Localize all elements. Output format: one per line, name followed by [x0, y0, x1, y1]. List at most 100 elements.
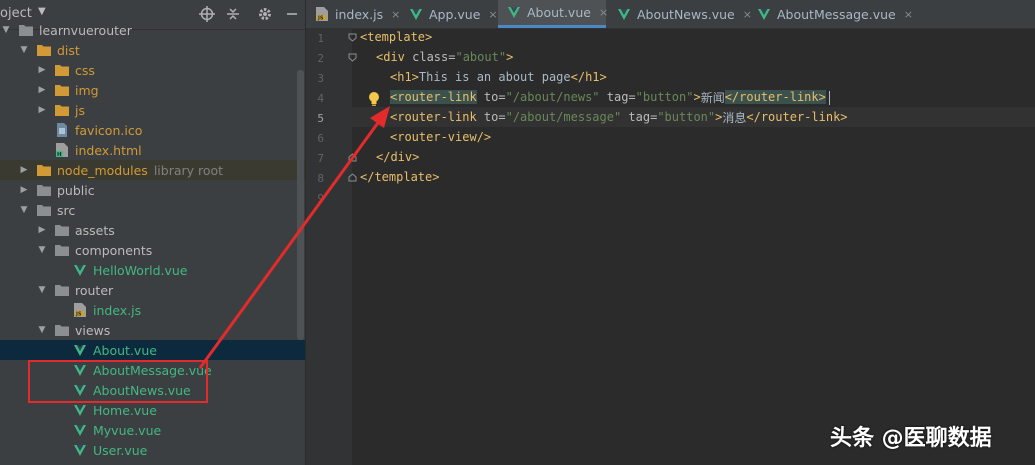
tree-item[interactable]: ▶ node_modules library root — [0, 160, 305, 180]
tree-item[interactable]: About.vue — [0, 340, 305, 360]
folder-icon — [36, 203, 52, 217]
chevron-down-icon[interactable]: ▼ — [36, 324, 48, 336]
chevron-down-icon[interactable]: ▼ — [18, 204, 30, 216]
close-icon[interactable]: × — [488, 8, 497, 21]
chevron-right-icon[interactable]: ▶ — [18, 184, 30, 196]
code-line-8: </template> — [360, 167, 439, 187]
code-token: tag= — [621, 110, 658, 124]
line-number: 8 — [317, 172, 324, 185]
code-token: > — [715, 110, 723, 124]
chevron-down-icon[interactable]: ▼ — [36, 284, 48, 296]
tree-item[interactable]: HelloWorld.vue — [0, 260, 305, 280]
tree-item-label: HelloWorld.vue — [93, 262, 188, 278]
chevron-right-icon[interactable]: ▶ — [36, 84, 48, 96]
tree-item[interactable]: ▼ learnvuerouter — [0, 20, 305, 40]
code-token: <router-link — [390, 110, 477, 124]
folder-icon — [36, 183, 52, 197]
tree-item[interactable]: ▼ router — [0, 280, 305, 300]
tree-item-label: public — [57, 182, 95, 198]
svg-text:JS: JS — [317, 16, 324, 22]
lightbulb-icon[interactable] — [367, 91, 381, 107]
close-icon[interactable]: × — [904, 8, 913, 21]
close-icon[interactable]: × — [391, 8, 400, 21]
chevron-down-icon[interactable]: ▼ — [38, 6, 46, 17]
code-token: to= — [476, 90, 506, 104]
folder-icon — [54, 283, 70, 297]
tree-item-label: css — [75, 62, 95, 78]
editor-tab[interactable]: About.vue × — [498, 0, 608, 28]
editor-tab-bar: JS index.js × App.vue × About.vue × AboutNews.v… — [306, 0, 1035, 29]
tree-item-label: assets — [75, 222, 115, 238]
tree-item-label: About.vue — [93, 342, 157, 358]
tree-item[interactable]: favicon.ico — [0, 120, 305, 140]
code-token: <div — [376, 50, 405, 64]
chevron-right-icon[interactable]: ▶ — [36, 104, 48, 116]
tree-item[interactable]: User.vue — [0, 440, 305, 460]
folder-icon — [54, 243, 70, 257]
tree-item-label: router — [75, 282, 114, 298]
tree-item[interactable]: ▼ components — [0, 240, 305, 260]
code-token: tag= — [599, 90, 636, 104]
tree-item-label: index.js — [93, 302, 142, 318]
editor-tab[interactable]: App.vue × — [400, 0, 498, 28]
chevron-down-icon[interactable]: ▼ — [36, 244, 48, 256]
tree-item[interactable]: JS index.js — [0, 300, 305, 320]
fold-marker-icon[interactable] — [348, 53, 357, 62]
vue-file-icon — [756, 7, 772, 21]
code-token: <router-link — [390, 90, 477, 104]
tree-item-label: views — [75, 322, 111, 338]
editor-tab[interactable]: AboutMessage.vue × — [748, 0, 913, 28]
project-panel-title[interactable]: oject — [0, 6, 32, 21]
code-editor[interactable]: <template> <div class= "about" > <h1> This … — [352, 29, 1035, 465]
tree-item-label: components — [75, 242, 153, 258]
editor-tab[interactable]: JS index.js × — [306, 0, 400, 28]
chevron-down-icon[interactable]: ▼ — [18, 44, 30, 56]
fold-marker-icon[interactable] — [348, 153, 357, 162]
editor-tab-label: AboutMessage.vue — [777, 6, 896, 22]
folder-icon — [54, 103, 70, 117]
tree-item[interactable]: ▶ js — [0, 100, 305, 120]
close-icon[interactable]: × — [599, 6, 608, 19]
chevron-right-icon[interactable]: ▶ — [36, 224, 48, 236]
tree-item[interactable]: ▶ public — [0, 180, 305, 200]
chevron-right-icon[interactable]: ▶ — [18, 164, 30, 176]
code-token: "about" — [455, 50, 507, 64]
fold-marker-icon[interactable] — [348, 173, 357, 182]
code-line-4: <router-link to= "/about/news" tag= "butto… — [390, 87, 826, 107]
js-file-icon: JS — [72, 303, 88, 317]
tree-item-label: User.vue — [93, 442, 148, 458]
tree-item[interactable]: ▼ dist — [0, 40, 305, 60]
editor-tab[interactable]: AboutNews.vue × — [608, 0, 752, 28]
tree-item[interactable]: ▼ src — [0, 200, 305, 220]
html-file-icon: H — [54, 143, 70, 157]
tree-item[interactable]: Myvue.vue — [0, 420, 305, 440]
tree-item[interactable]: ▼ views — [0, 320, 305, 340]
js-file-icon: JS — [314, 7, 330, 21]
tree-item[interactable]: ▶ css — [0, 60, 305, 80]
sidebar-scrollbar[interactable] — [297, 70, 304, 340]
code-token: 消息 — [722, 110, 747, 125]
tree-item[interactable]: ▶ img — [0, 80, 305, 100]
code-token: > — [506, 50, 514, 64]
tree-item[interactable]: ▶ assets — [0, 220, 305, 240]
code-line-5: <router-link to= "/about/message" tag= "bu… — [390, 107, 848, 127]
tree-item-label: index.html — [75, 142, 142, 158]
tree-item-label: dist — [57, 42, 80, 58]
tree-item-suffix: library root — [153, 162, 224, 178]
fold-marker-icon[interactable] — [348, 33, 357, 42]
line-number: 5 — [317, 112, 324, 125]
code-token: <router-view/> — [390, 130, 492, 144]
watermark-text: 头条 @医聊数据 — [830, 426, 992, 451]
tree-item[interactable]: Hindex.html — [0, 140, 305, 160]
tree-item[interactable]: Home.vue — [0, 400, 305, 420]
chevron-right-icon[interactable]: ▶ — [36, 64, 48, 76]
svg-text:H: H — [57, 152, 62, 157]
code-line-6: <router-view/> — [390, 127, 491, 147]
line-number-gutter: 1 2 3 4 5 6 7 8 9 — [306, 29, 352, 465]
code-token: </router-link> — [746, 110, 848, 124]
chevron-down-icon[interactable]: ▼ — [0, 24, 12, 36]
code-token: This is an about page — [418, 70, 571, 84]
